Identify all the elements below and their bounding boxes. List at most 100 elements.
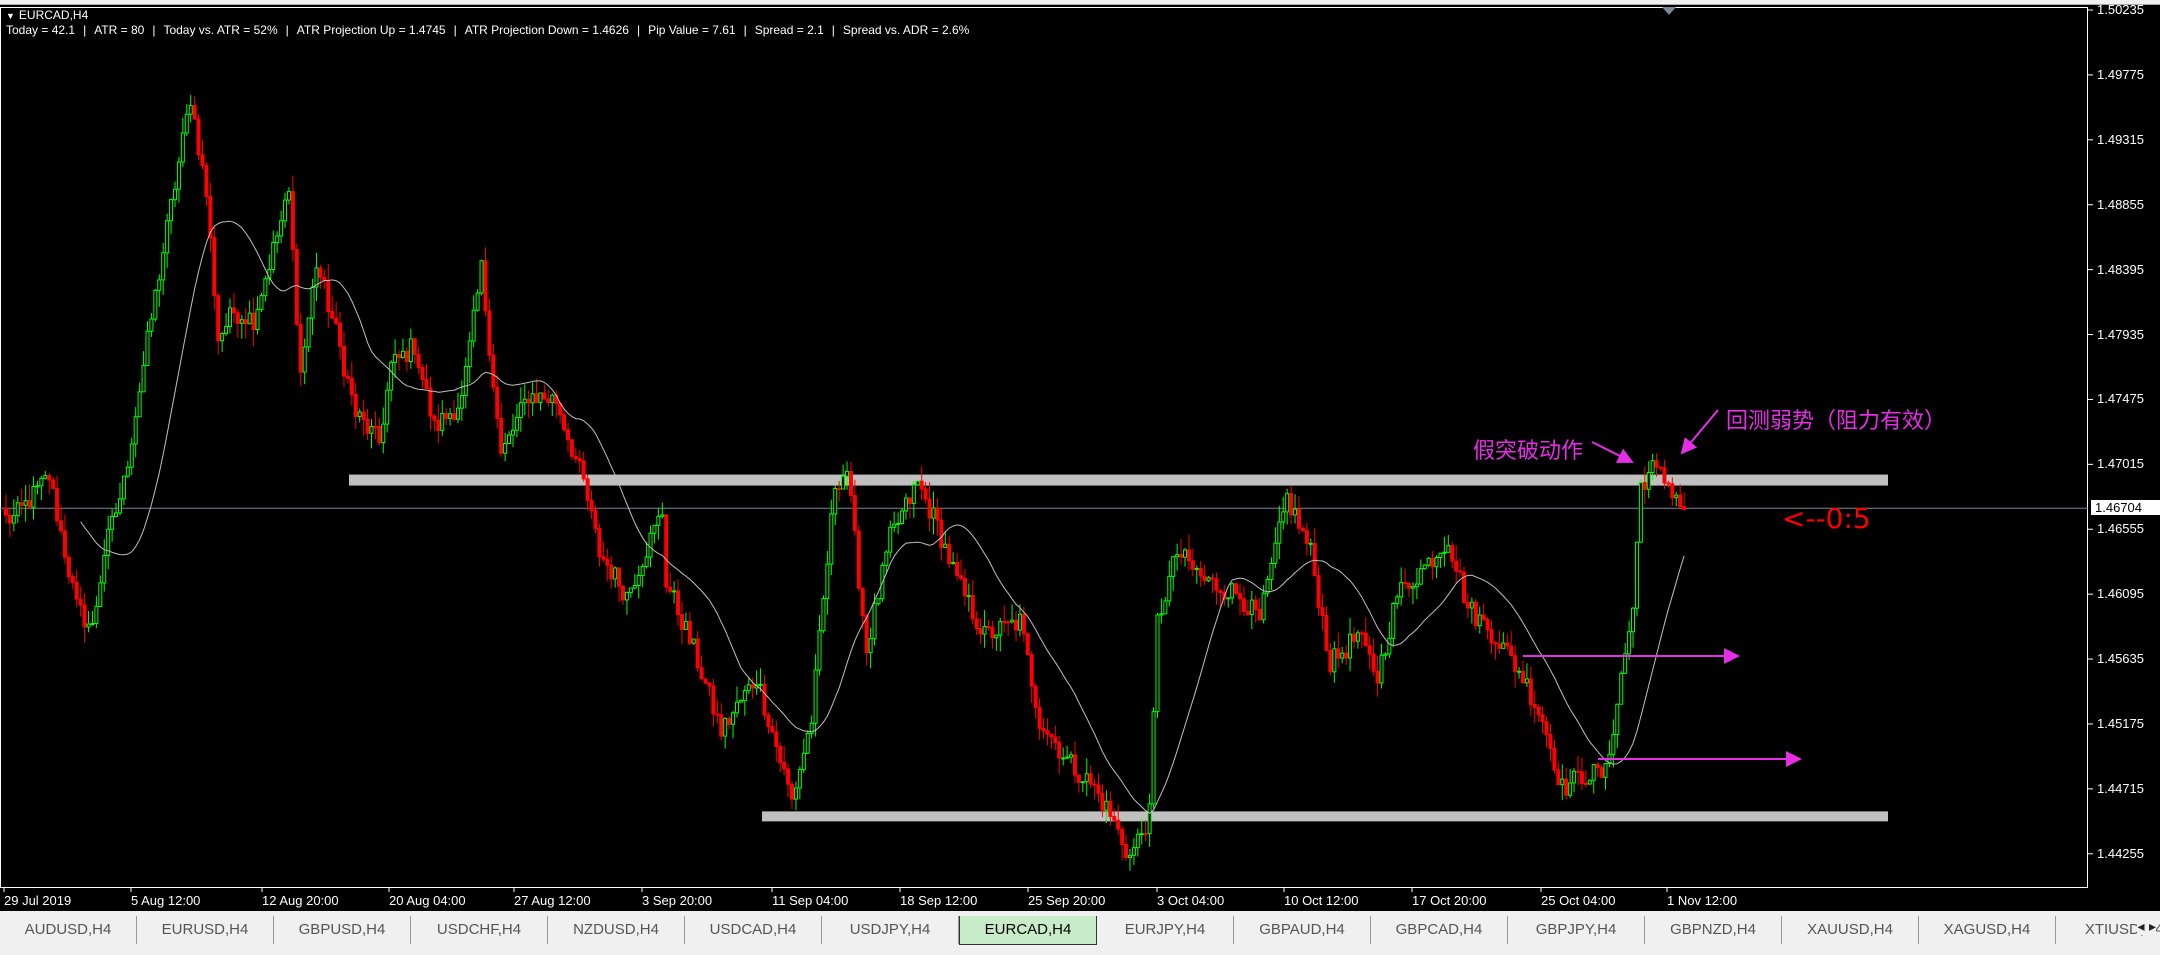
chart-tab[interactable]: XAUUSD,H4	[1782, 916, 1919, 944]
bear-candle	[318, 267, 323, 278]
bear-candle	[1564, 778, 1569, 796]
bear-candle	[593, 510, 598, 529]
bear-candle	[1548, 734, 1553, 749]
bull-candle	[1249, 599, 1254, 616]
bear-candle	[766, 714, 771, 727]
bull-candle	[829, 513, 834, 565]
chart-shift-marker-icon[interactable]	[1662, 7, 1676, 15]
bull-candle	[1273, 542, 1278, 564]
chart-tab[interactable]: XAGUSD,H4	[1919, 916, 2056, 944]
bear-candle	[1450, 545, 1455, 562]
bull-candle	[31, 485, 36, 508]
chart-tab[interactable]: EURCAD,H4	[959, 916, 1097, 945]
bull-candle	[1391, 602, 1396, 639]
price-tick-label: 1.45635	[2097, 651, 2144, 667]
bear-candle	[204, 164, 209, 197]
support-zone[interactable]	[762, 811, 1888, 822]
bear-candle	[1245, 610, 1250, 616]
bull-candle	[1619, 672, 1624, 705]
time-tick-label: 29 Jul 2019	[4, 893, 72, 908]
bear-candle	[432, 415, 437, 421]
bull-candle	[1348, 633, 1353, 659]
bear-candle	[1238, 592, 1243, 600]
bull-candle	[1434, 557, 1439, 568]
bull-candle	[1017, 613, 1022, 631]
bull-candle	[841, 475, 846, 490]
chart-tab[interactable]: GBPCAD,H4	[1371, 916, 1508, 944]
bear-candle	[589, 499, 594, 512]
chart-tab[interactable]: GBPNZD,H4	[1645, 916, 1782, 944]
bear-candle	[326, 280, 331, 312]
chart-tab[interactable]: USDCHF,H4	[411, 916, 548, 944]
bear-candle	[231, 307, 236, 314]
price-tick-label: 1.44715	[2097, 780, 2144, 796]
bear-candle	[243, 319, 248, 325]
tab-scroll-arrows-icon[interactable]: ◂ ▸	[2137, 919, 2156, 935]
bear-candle	[424, 378, 429, 389]
bear-candle	[78, 598, 83, 606]
bear-candle	[947, 543, 952, 565]
bear-candle	[569, 439, 574, 457]
chart-tab[interactable]: GBPUSD,H4	[274, 916, 411, 944]
bull-candle	[1674, 494, 1679, 499]
bull-candle	[1151, 711, 1156, 805]
bear-candle	[1367, 645, 1372, 655]
bear-candle	[719, 714, 724, 737]
bear-candle	[1037, 706, 1042, 729]
chart-tab[interactable]: GBPAUD,H4	[1234, 916, 1371, 944]
bull-candle	[738, 700, 743, 703]
bear-candle	[1493, 642, 1498, 645]
chart-tab[interactable]: GBPJPY,H4	[1508, 916, 1645, 944]
bull-candle	[172, 188, 177, 201]
bear-candle	[66, 556, 71, 578]
bear-candle	[349, 377, 354, 396]
bull-candle	[1065, 756, 1070, 759]
bear-candle	[1100, 792, 1105, 811]
bull-candle	[1171, 556, 1176, 577]
bear-candle	[1214, 578, 1219, 591]
bull-candle	[283, 199, 288, 222]
bull-candle	[644, 556, 649, 567]
bear-candle	[444, 412, 449, 419]
bull-candle	[1379, 654, 1384, 684]
bear-candle	[1257, 608, 1262, 621]
bear-candle	[4, 507, 8, 516]
chart-tabs: AUDUSD,H4 EURUSD,H4 GBPUSD,H4 USDCHF,H4 NZDU…	[0, 916, 2160, 946]
bull-candle	[475, 292, 480, 311]
chart-tab[interactable]: EURUSD,H4	[137, 916, 274, 944]
separator: |	[453, 23, 457, 37]
bull-candle	[479, 260, 484, 294]
bear-candle	[397, 354, 401, 359]
bear-candle	[679, 614, 684, 630]
bull-candle	[1631, 607, 1636, 633]
bull-candle	[1261, 592, 1266, 621]
resistance-zone[interactable]	[349, 474, 1888, 486]
bull-candle	[1206, 577, 1211, 582]
bear-candle	[1296, 508, 1301, 529]
bull-candle	[239, 319, 244, 324]
bull-candle	[1399, 582, 1404, 598]
bull-candle	[892, 523, 897, 528]
bear-candle	[491, 354, 496, 388]
collapse-triangle-icon[interactable]: ▼	[6, 11, 15, 21]
price-chart[interactable]	[0, 5, 2160, 911]
chart-tab[interactable]: USDCAD,H4	[685, 916, 822, 944]
chart-tab[interactable]: NZDUSD,H4	[548, 916, 685, 944]
chart-window[interactable]: ▼ EURCAD,H4 Today = 42.1 | ATR = 80 | Today v…	[0, 2, 2160, 911]
bull-candle	[1650, 460, 1655, 474]
chart-tab[interactable]: USDJPY,H4	[822, 916, 959, 944]
bear-candle	[251, 312, 256, 330]
chart-tab[interactable]: EURJPY,H4	[1097, 916, 1234, 944]
bear-candle	[1363, 632, 1368, 647]
bear-candle	[605, 558, 610, 566]
chart-tab[interactable]: AUDUSD,H4	[0, 916, 137, 944]
bull-candle	[271, 241, 276, 270]
bull-candle	[1446, 545, 1451, 553]
bull-candle	[1127, 854, 1132, 858]
bear-candle	[1210, 577, 1215, 580]
bull-candle	[530, 393, 535, 404]
bear-candle	[452, 413, 457, 420]
stat-item: ATR Projection Up = 1.4745	[296, 23, 446, 37]
bear-candle	[1112, 815, 1117, 821]
bear-candle	[974, 618, 979, 630]
